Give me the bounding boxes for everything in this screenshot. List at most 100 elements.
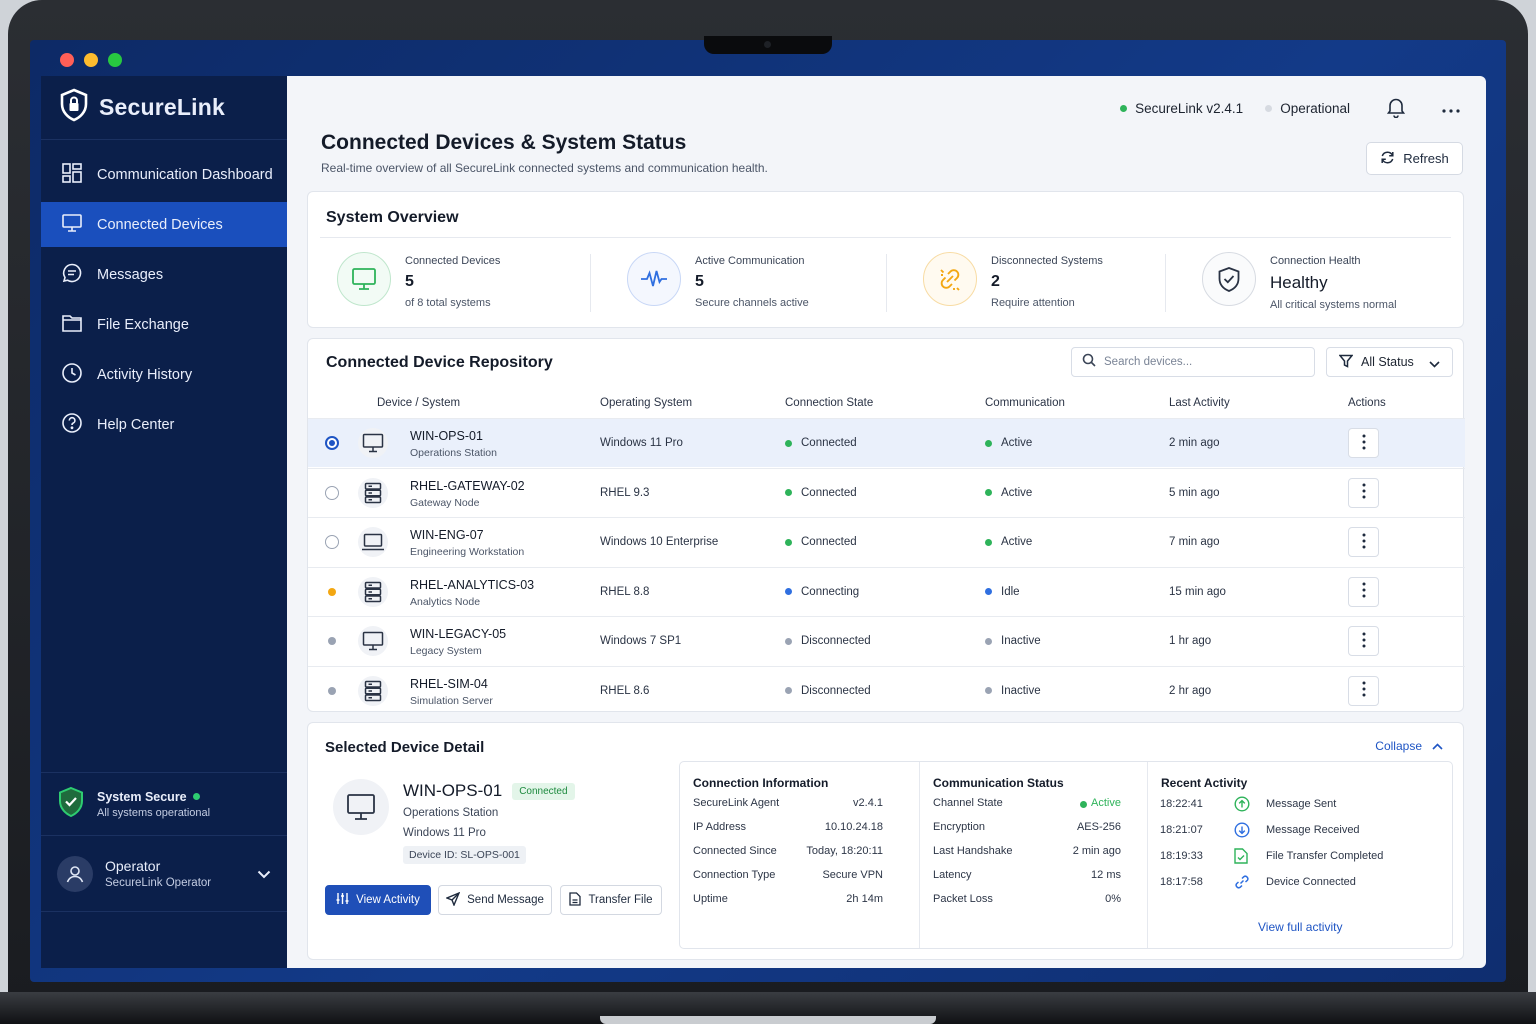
status-dot (985, 637, 992, 645)
more-options-icon[interactable] (1442, 101, 1460, 116)
row-actions-button[interactable] (1348, 428, 1379, 458)
column-header-connection-state[interactable]: Connection State (785, 397, 873, 409)
stat-label: Connected Devices (405, 255, 501, 267)
table-row[interactable]: RHEL-SIM-04 Simulation Server RHEL 8.6 D… (308, 665, 1465, 715)
info-row: Uptime 2h 14m (693, 893, 883, 905)
info-value: 2h 14m (846, 893, 883, 905)
transfer-file-button[interactable]: Transfer File (560, 885, 662, 915)
communication-state-label: Active (1001, 536, 1033, 548)
info-row: Encryption AES-256 (933, 821, 1121, 833)
system-overview-card: System Overview Connected Devices 5 of 8… (307, 191, 1464, 328)
info-key: Connected Since (693, 845, 777, 857)
version-label: SecureLink v2.4.1 (1135, 101, 1244, 116)
info-key: Channel State (933, 797, 1003, 809)
search-input[interactable] (1104, 356, 1294, 368)
connection-information-section: Connection Information SecureLink Agent v… (680, 762, 920, 948)
sidebar-item-communication-dashboard[interactable]: Communication Dashboard (41, 152, 289, 197)
shield-check-icon (57, 786, 85, 823)
monitor-icon (61, 212, 83, 238)
row-actions-button[interactable] (1348, 477, 1379, 508)
column-header-device[interactable]: Device / System (377, 397, 460, 409)
info-value: Secure VPN (822, 869, 883, 881)
view-activity-button[interactable]: View Activity (325, 885, 431, 915)
info-key: Encryption (933, 821, 985, 833)
stat-subtext: of 8 total systems (405, 297, 491, 309)
detail-title: Selected Device Detail (325, 739, 485, 756)
bell-icon[interactable] (1386, 96, 1406, 121)
refresh-button[interactable]: Refresh (1366, 142, 1463, 175)
sidebar-item-file-exchange[interactable]: File Exchange (41, 302, 289, 347)
table-row[interactable]: RHEL-GATEWAY-02 Gateway Node RHEL 9.3 Co… (308, 467, 1465, 517)
close-window-button[interactable] (60, 53, 74, 67)
filter-icon (1338, 354, 1354, 371)
info-key: Connection Type (693, 869, 776, 881)
connection-state-label: Connected (801, 486, 857, 499)
activity-time: 18:17:58 (1160, 876, 1203, 888)
row-actions-button[interactable] (1348, 675, 1379, 706)
system-secure-status: System Secure All systems operational (41, 772, 289, 836)
clock-icon (61, 362, 83, 388)
table-row[interactable]: WIN-LEGACY-05 Legacy System Windows 7 SP… (308, 616, 1465, 665)
operator-profile[interactable]: Operator SecureLink Operator (41, 836, 289, 912)
monitor-icon (358, 626, 388, 656)
status-dot (785, 439, 792, 447)
status-dot (985, 538, 992, 546)
sidebar-item-help-center[interactable]: Help Center (41, 402, 289, 447)
communication-state-label: Inactive (1001, 635, 1041, 647)
table-row[interactable]: RHEL-ANALYTICS-03 Analytics Node RHEL 8.… (308, 566, 1465, 616)
stat-connected-devices: Connected Devices 5 of 8 total systems (337, 252, 500, 316)
communication-status-title: Communication Status (933, 776, 1064, 790)
status-dot (785, 588, 792, 595)
info-row: Packet Loss 0% (933, 893, 1121, 905)
device-os: Windows 11 Pro (600, 437, 683, 449)
page-subtitle: Real-time overview of all SecureLink con… (321, 161, 768, 175)
detail-device-id: Device ID: SL-OPS-001 (403, 846, 526, 864)
message-icon (61, 262, 83, 288)
info-row: IP Address 10.10.24.18 (693, 821, 883, 833)
main-panel: SecureLink v2.4.1 Operational Connected … (287, 76, 1486, 968)
info-value: 0% (1105, 893, 1121, 905)
view-full-activity-link[interactable]: View full activity (1258, 920, 1342, 934)
sidebar-item-activity-history[interactable]: Activity History (41, 352, 289, 397)
info-key: Latency (933, 869, 972, 881)
row-select-radio[interactable] (325, 485, 339, 500)
more-vertical-icon (1362, 483, 1366, 502)
table-row[interactable]: WIN-ENG-07 Engineering Workstation Windo… (308, 517, 1465, 566)
table-row[interactable]: WIN-OPS-01 Operations Station Windows 11… (308, 418, 1465, 467)
send-message-button[interactable]: Send Message (438, 885, 552, 915)
collapse-button[interactable]: Collapse (1375, 739, 1443, 753)
stat-label: Disconnected Systems (991, 255, 1103, 267)
brand-name: SecureLink (99, 94, 225, 120)
status-dot (985, 489, 992, 496)
column-header-os[interactable]: Operating System (600, 397, 692, 409)
connection-state: Disconnected (785, 685, 871, 697)
minimize-window-button[interactable] (84, 53, 98, 67)
row-status-indicator (328, 587, 336, 596)
chevron-down-icon[interactable] (257, 866, 271, 884)
row-actions-button[interactable] (1348, 576, 1379, 607)
status-filter-dropdown[interactable]: All Status (1326, 347, 1453, 377)
last-activity: 2 min ago (1169, 437, 1220, 449)
row-actions-button[interactable] (1348, 527, 1379, 557)
server-icon (358, 576, 388, 607)
last-activity: 1 hr ago (1169, 635, 1212, 647)
device-name: RHEL-GATEWAY-02 (410, 478, 525, 493)
column-header-communication[interactable]: Communication (985, 397, 1065, 409)
detail-info-box: Connection Information SecureLink Agent v… (679, 761, 1453, 949)
stat-connection-health: Connection Health Healthy All critical s… (1202, 252, 1397, 316)
sidebar-item-label: File Exchange (97, 316, 189, 333)
view-activity-label: View Activity (356, 894, 420, 906)
device-role: Gateway Node (410, 496, 480, 509)
info-row: Connection Type Secure VPN (693, 869, 883, 881)
sidebar-item-messages[interactable]: Messages (41, 252, 289, 297)
row-actions-button[interactable] (1348, 626, 1379, 656)
stat-value: 5 (695, 273, 704, 290)
maximize-window-button[interactable] (108, 53, 122, 67)
sidebar-item-connected-devices[interactable]: Connected Devices (41, 202, 289, 247)
row-select-radio[interactable] (325, 535, 339, 549)
monitor-icon (337, 252, 391, 306)
row-select-radio[interactable] (325, 436, 339, 450)
communication-state: Inactive (985, 635, 1041, 647)
device-role: Analytics Node (410, 595, 481, 608)
column-header-last-activity[interactable]: Last Activity (1169, 397, 1230, 409)
